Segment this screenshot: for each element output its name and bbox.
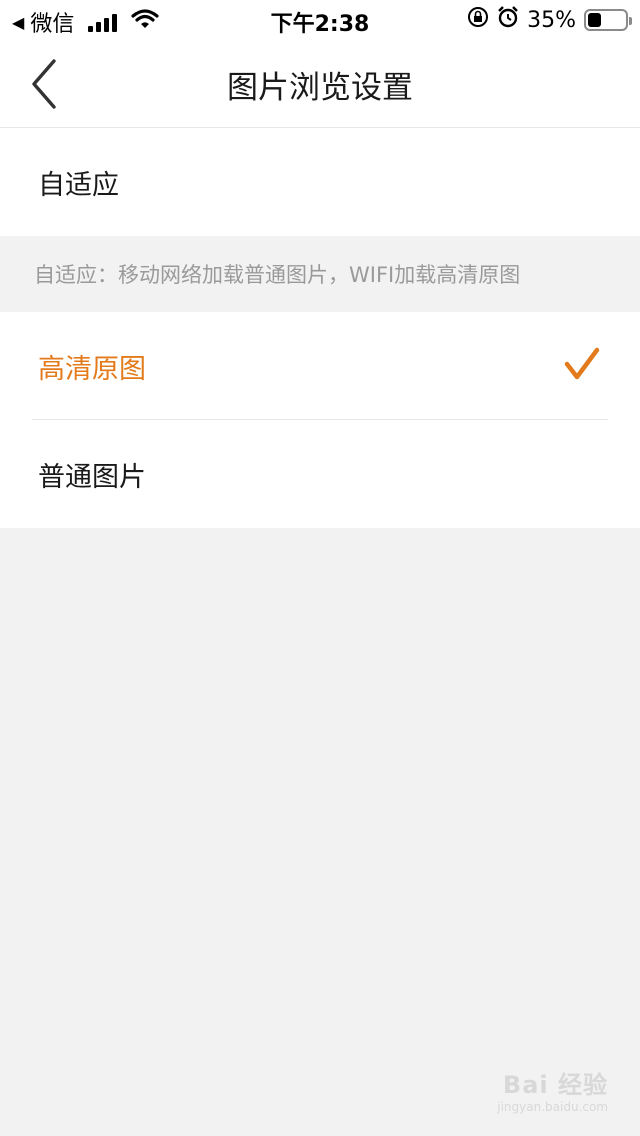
option-adaptive[interactable]: 自适应 [0, 128, 640, 236]
status-bar: ◀ 微信 下午2:38 35% [0, 0, 640, 40]
watermark-url: jingyan.baidu.com [497, 1100, 608, 1114]
option-adaptive-label: 自适应 [38, 169, 119, 201]
watermark-logo: Bai 经验 [502, 1071, 608, 1099]
baidu-jingyan-watermark: Bai 经验 jingyan.baidu.com [497, 1065, 608, 1114]
orientation-lock-icon [467, 6, 489, 34]
option-hd-original[interactable]: 高清原图 [0, 312, 640, 420]
option-normal-image[interactable]: 普通图片 [0, 420, 640, 528]
checkmark-icon [564, 347, 600, 380]
option-normal-label: 普通图片 [38, 461, 146, 493]
alarm-icon [497, 6, 519, 34]
adaptive-description: 自适应：移动网络加载普通图片，WIFI加载高清原图 [0, 236, 640, 312]
page-title: 图片浏览设置 [227, 70, 413, 106]
battery-icon [584, 9, 632, 31]
status-right: 35% [467, 6, 632, 34]
battery-percent: 35% [527, 7, 576, 33]
option-hd-label: 高清原图 [38, 353, 146, 385]
battery-level [588, 13, 601, 27]
navigation-bar: 图片浏览设置 [0, 40, 640, 128]
